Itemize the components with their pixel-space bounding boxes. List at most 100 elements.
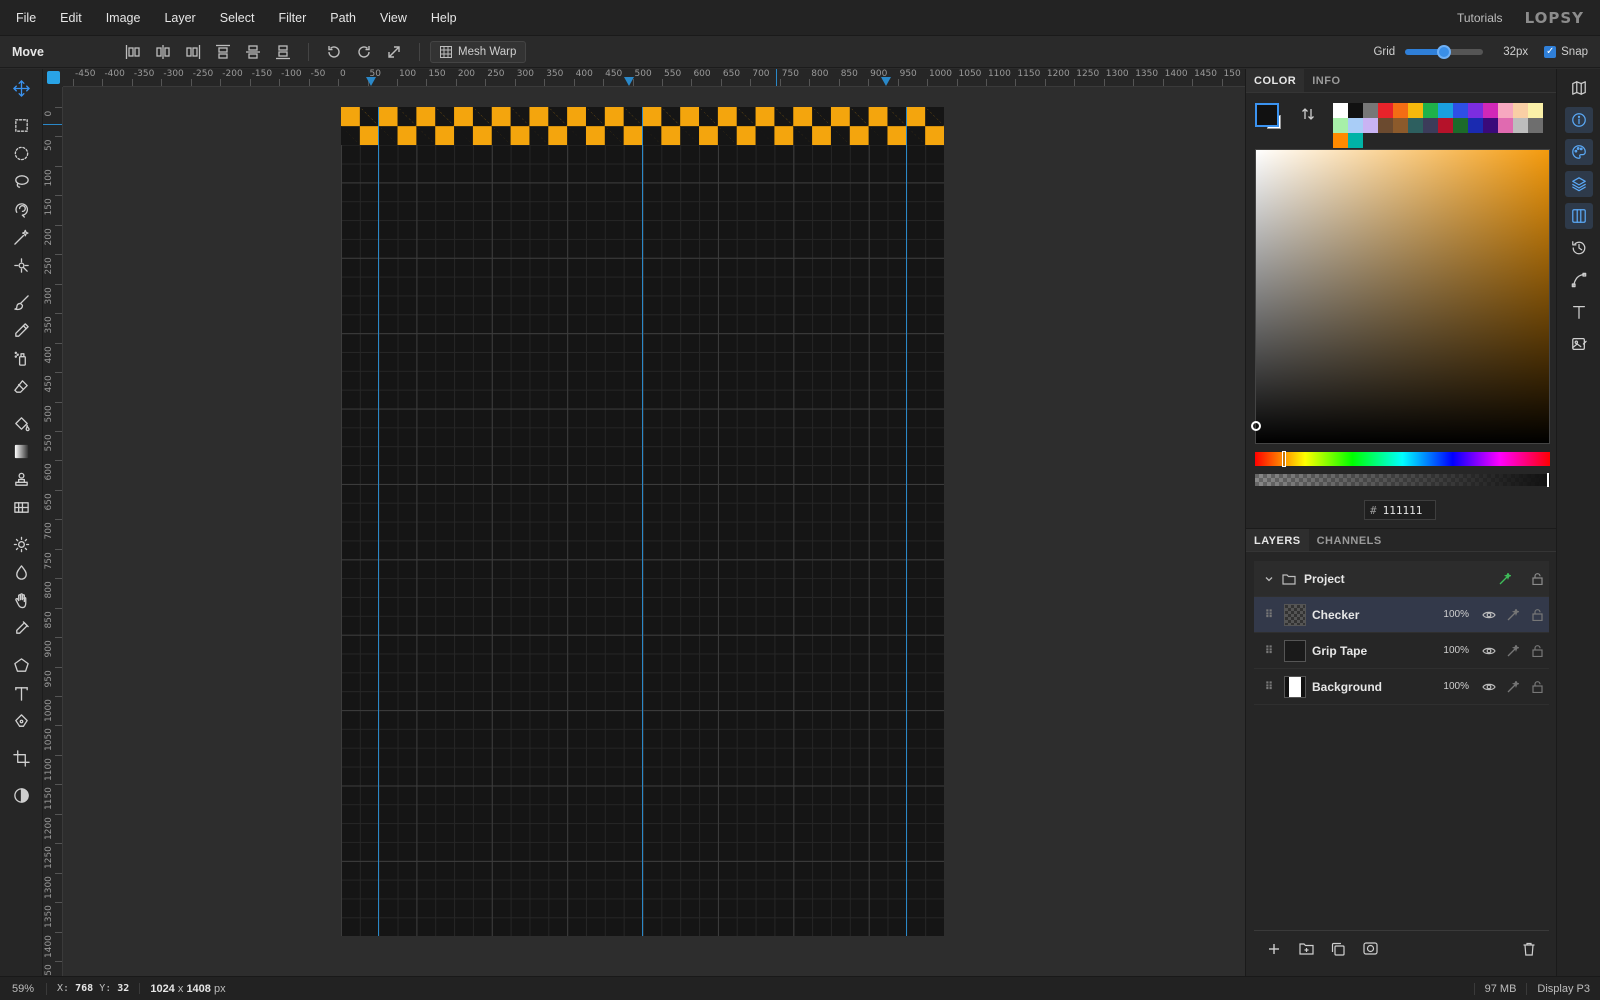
- eraser-tool[interactable]: [0, 372, 43, 400]
- color-swatch[interactable]: [1528, 118, 1543, 133]
- color-swatch[interactable]: [1483, 118, 1498, 133]
- color-swatch[interactable]: [1408, 103, 1423, 118]
- document-canvas[interactable]: [341, 107, 944, 936]
- delete-layer-button[interactable]: [1515, 937, 1543, 961]
- color-swatch[interactable]: [1498, 103, 1513, 118]
- color-swatch[interactable]: [1378, 103, 1393, 118]
- menu-view[interactable]: View: [368, 0, 419, 36]
- color-swatch[interactable]: [1363, 118, 1378, 133]
- layer-name[interactable]: Checker: [1312, 608, 1435, 622]
- color-swatch[interactable]: [1333, 118, 1348, 133]
- tab-layers[interactable]: LAYERS: [1246, 529, 1309, 551]
- layer-opacity[interactable]: 100%: [1435, 645, 1469, 656]
- saturation-value-picker[interactable]: [1251, 149, 1550, 444]
- layer-opacity[interactable]: 100%: [1435, 681, 1469, 692]
- color-swatch[interactable]: [1348, 118, 1363, 133]
- foreground-color-swatch[interactable]: [1255, 103, 1279, 127]
- tutorials-link[interactable]: Tutorials: [1457, 11, 1503, 25]
- alpha-slider[interactable]: [1255, 473, 1550, 487]
- color-swatch[interactable]: [1513, 118, 1528, 133]
- lock-icon[interactable]: [1525, 572, 1549, 585]
- hex-value[interactable]: 111111: [1383, 504, 1423, 517]
- visibility-eye-icon[interactable]: [1477, 610, 1501, 620]
- vertical-guide[interactable]: [906, 107, 907, 936]
- lock-icon[interactable]: [1525, 608, 1549, 621]
- alpha-slider-handle[interactable]: [1547, 473, 1549, 487]
- hand-tool[interactable]: [0, 586, 43, 614]
- vertical-ruler[interactable]: 0 50 100 150 200 250 300 350 400 450 500 550 600 650 7…: [43, 87, 63, 976]
- color-swatch[interactable]: [1513, 103, 1528, 118]
- grid-slider-handle[interactable]: [1437, 44, 1452, 59]
- align-top-button[interactable]: [208, 39, 238, 65]
- mesh-warp-button[interactable]: Mesh Warp: [430, 40, 527, 63]
- canvas-workspace[interactable]: [63, 87, 1245, 976]
- color-swatch[interactable]: [1468, 103, 1483, 118]
- rotate-left-button[interactable]: [319, 39, 349, 65]
- zoom-level[interactable]: 59%: [0, 982, 48, 995]
- effects-icon[interactable]: [1501, 644, 1525, 657]
- palette-panel-button[interactable]: [1564, 139, 1593, 165]
- hue-slider[interactable]: [1255, 451, 1550, 467]
- duplicate-layer-button[interactable]: [1324, 937, 1352, 961]
- color-swatch[interactable]: [1438, 103, 1453, 118]
- menu-image[interactable]: Image: [94, 0, 153, 36]
- tab-channels[interactable]: CHANNELS: [1309, 529, 1390, 551]
- map-panel-button[interactable]: [1565, 75, 1593, 101]
- spray-tool[interactable]: [0, 344, 43, 372]
- quick-select-tool[interactable]: [0, 251, 43, 279]
- guide-marker[interactable]: [624, 77, 634, 86]
- grid-size-slider[interactable]: [1405, 44, 1484, 59]
- color-swatch[interactable]: [1348, 133, 1363, 148]
- color-picker-handle[interactable]: [1251, 421, 1261, 431]
- drag-handle-icon[interactable]: ⠿: [1254, 644, 1284, 657]
- crop-tool[interactable]: [0, 744, 43, 772]
- new-layer-button[interactable]: [1260, 937, 1288, 961]
- image-edit-panel-button[interactable]: [1565, 331, 1593, 357]
- effects-icon[interactable]: [1501, 608, 1525, 621]
- color-swatch[interactable]: [1483, 103, 1498, 118]
- history-panel-button[interactable]: [1565, 235, 1593, 261]
- ruler-corner[interactable]: [43, 69, 63, 87]
- color-swatch[interactable]: [1438, 118, 1453, 133]
- color-swatch[interactable]: [1453, 103, 1468, 118]
- fit-button[interactable]: [379, 39, 409, 65]
- pen-tool[interactable]: [0, 707, 43, 735]
- rotate-right-button[interactable]: [349, 39, 379, 65]
- layer-row[interactable]: ⠿ Checker 100%: [1254, 597, 1549, 633]
- menu-help[interactable]: Help: [419, 0, 469, 36]
- menu-select[interactable]: Select: [208, 0, 267, 36]
- menu-filter[interactable]: Filter: [266, 0, 318, 36]
- hex-input[interactable]: # 111111: [1364, 500, 1436, 520]
- guide-marker[interactable]: [366, 77, 376, 86]
- layer-mask-button[interactable]: [1356, 937, 1384, 961]
- eyedropper-tool[interactable]: [0, 614, 43, 642]
- align-right-button[interactable]: [178, 39, 208, 65]
- layers-panel-button[interactable]: [1564, 171, 1593, 197]
- shape-tool[interactable]: [0, 651, 43, 679]
- hue-slider-handle[interactable]: [1282, 451, 1286, 467]
- layer-name[interactable]: Grip Tape: [1312, 644, 1435, 658]
- color-swatch[interactable]: [1498, 118, 1513, 133]
- magic-wand-tool[interactable]: [0, 223, 43, 251]
- color-swatch[interactable]: [1348, 103, 1363, 118]
- burn-tool[interactable]: [0, 558, 43, 586]
- lasso-tool[interactable]: [0, 167, 43, 195]
- guide-marker[interactable]: [881, 77, 891, 86]
- pattern-tool[interactable]: [0, 493, 43, 521]
- align-hcenter-button[interactable]: [148, 39, 178, 65]
- magnetic-lasso-tool[interactable]: [0, 195, 43, 223]
- menu-file[interactable]: File: [0, 0, 48, 36]
- effects-icon[interactable]: [1501, 680, 1525, 693]
- tab-info[interactable]: INFO: [1304, 69, 1348, 92]
- effects-icon[interactable]: [1493, 572, 1517, 585]
- lock-icon[interactable]: [1525, 644, 1549, 657]
- snap-toggle[interactable]: ✓ Snap: [1544, 45, 1588, 58]
- menu-layer[interactable]: Layer: [152, 0, 207, 36]
- color-swatch[interactable]: [1333, 103, 1348, 118]
- mask-tool[interactable]: [0, 781, 43, 809]
- layer-opacity[interactable]: 100%: [1435, 609, 1469, 620]
- ellipse-select-tool[interactable]: [0, 139, 43, 167]
- color-swatch[interactable]: [1468, 118, 1483, 133]
- new-group-button[interactable]: [1292, 937, 1320, 961]
- vertical-guide[interactable]: [642, 107, 643, 936]
